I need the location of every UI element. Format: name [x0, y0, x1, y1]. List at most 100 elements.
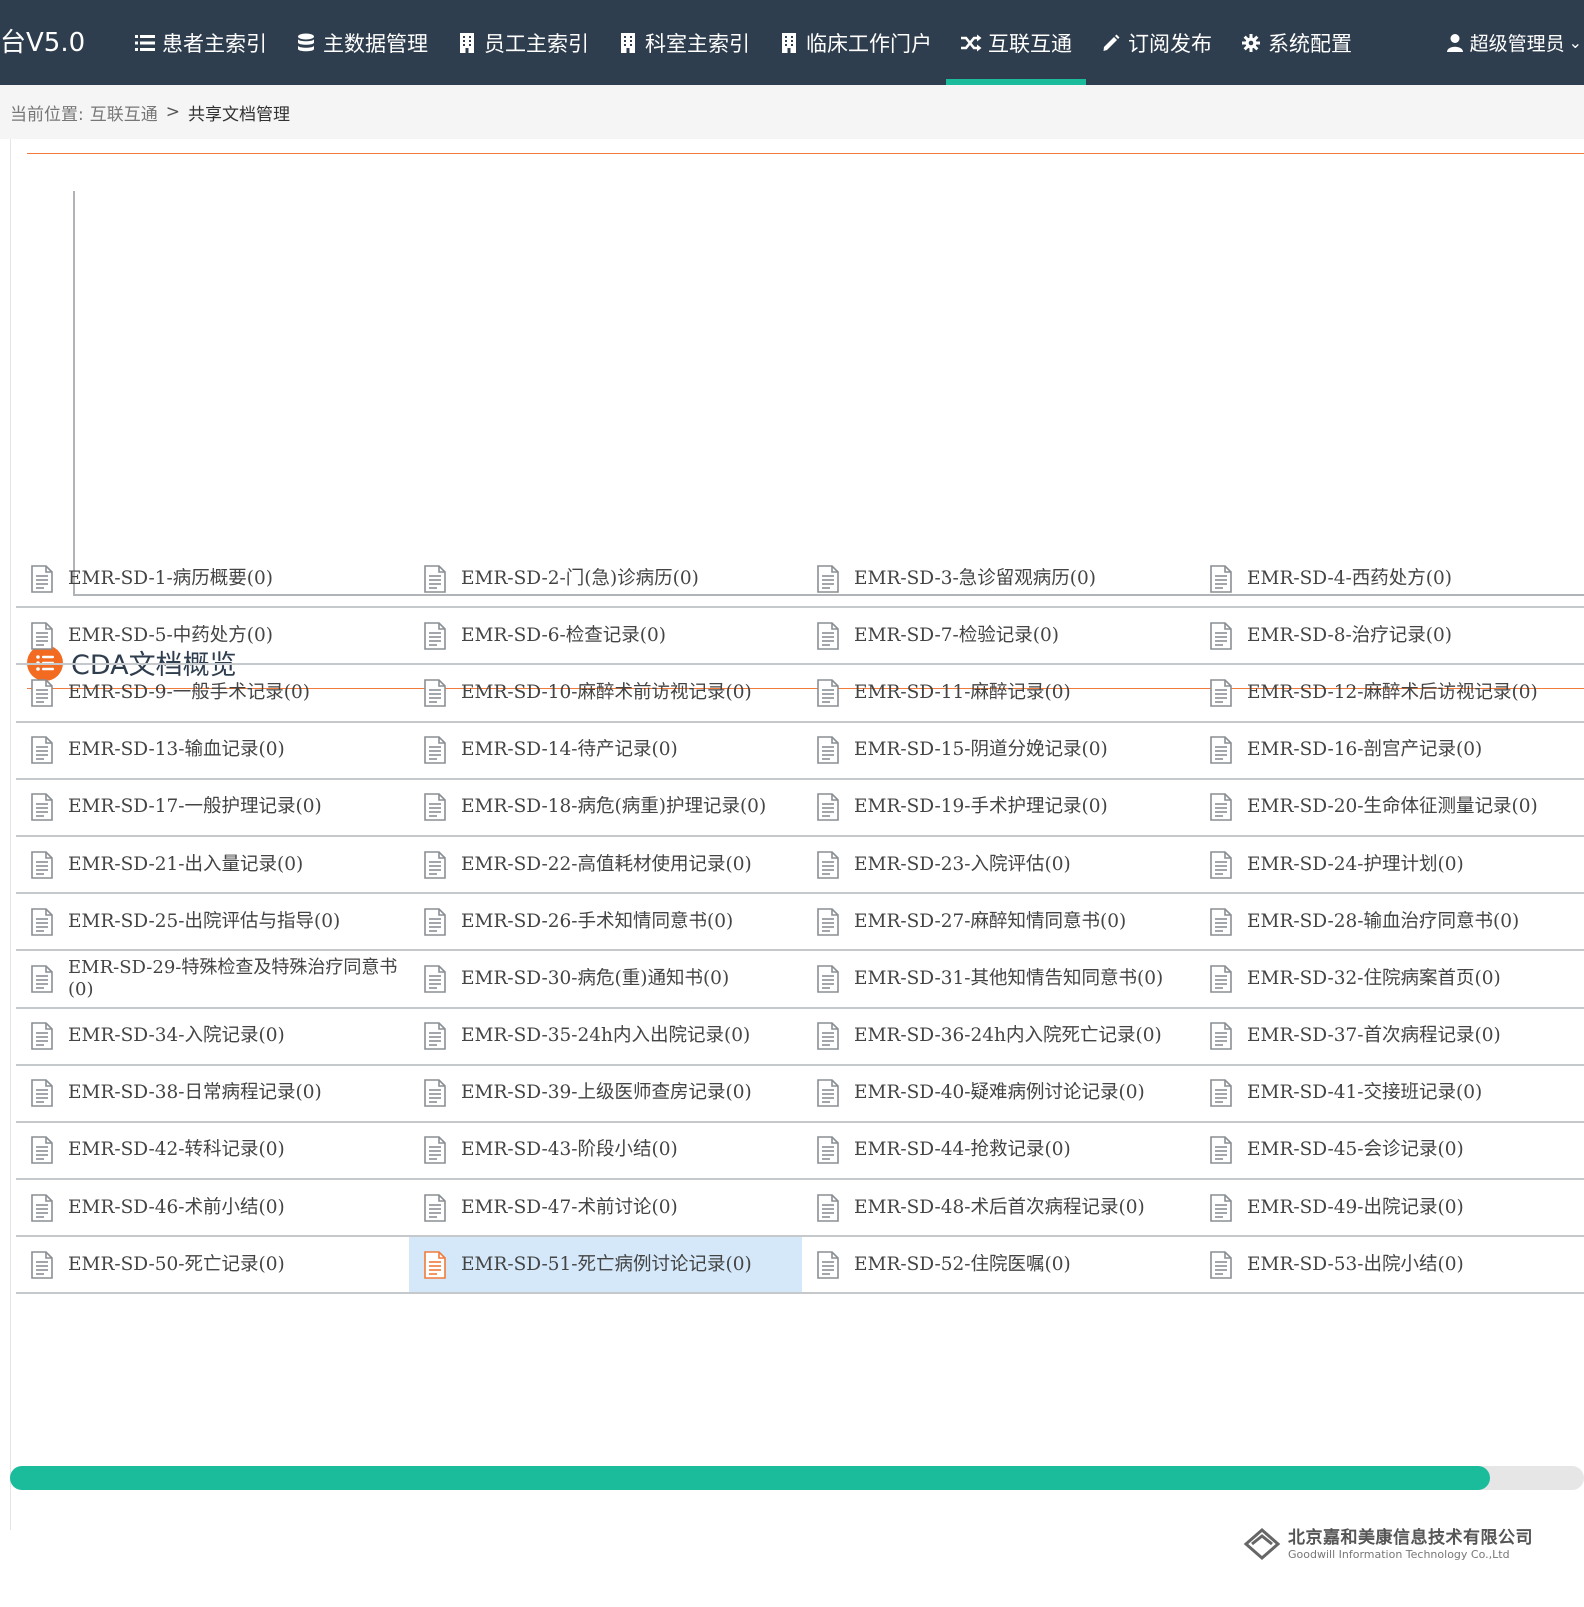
- nav-item-label: 员工主索引: [484, 31, 589, 56]
- user-menu[interactable]: 超级管理员 ⌄: [1446, 0, 1584, 85]
- document-item[interactable]: EMR-SD-43-阶段小结(0): [409, 1123, 802, 1181]
- document-item[interactable]: EMR-SD-18-病危(病重)护理记录(0): [409, 780, 802, 837]
- document-item[interactable]: EMR-SD-50-死亡记录(0): [16, 1237, 409, 1295]
- document-icon: [28, 735, 56, 765]
- document-item[interactable]: EMR-SD-28-输血治疗同意书(0): [1195, 894, 1584, 952]
- document-item[interactable]: EMR-SD-40-疑难病例讨论记录(0): [802, 1066, 1195, 1123]
- document-item[interactable]: EMR-SD-27-麻醉知情同意书(0): [802, 894, 1195, 952]
- document-icon: [814, 907, 842, 937]
- document-label: EMR-SD-7-检验记录(0): [854, 624, 1059, 646]
- document-item[interactable]: EMR-SD-42-转科记录(0): [16, 1123, 409, 1181]
- document-item[interactable]: EMR-SD-53-出院小结(0): [1195, 1237, 1584, 1295]
- document-icon: [28, 1078, 56, 1108]
- document-icon: [1207, 1135, 1235, 1165]
- document-label: EMR-SD-19-手术护理记录(0): [854, 796, 1108, 818]
- document-item[interactable]: EMR-SD-14-待产记录(0): [409, 723, 802, 780]
- nav-item-4[interactable]: 科室主索引: [603, 0, 764, 85]
- document-item[interactable]: EMR-SD-48-术后首次病程记录(0): [802, 1180, 1195, 1238]
- document-item[interactable]: EMR-SD-46-术前小结(0): [16, 1180, 409, 1238]
- document-item[interactable]: EMR-SD-1-病历概要(0): [16, 551, 409, 609]
- document-icon: [28, 964, 56, 994]
- document-item[interactable]: EMR-SD-26-手术知情同意书(0): [409, 894, 802, 952]
- document-item[interactable]: EMR-SD-44-抢救记录(0): [802, 1123, 1195, 1181]
- document-item[interactable]: EMR-SD-39-上级医师查房记录(0): [409, 1066, 802, 1123]
- document-item[interactable]: EMR-SD-24-护理计划(0): [1195, 837, 1584, 895]
- document-icon: [28, 1021, 56, 1051]
- document-item[interactable]: EMR-SD-49-出院记录(0): [1195, 1180, 1584, 1238]
- document-item[interactable]: EMR-SD-31-其他知情告知同意书(0): [802, 951, 1195, 1009]
- document-label: EMR-SD-50-死亡记录(0): [68, 1253, 285, 1275]
- document-item[interactable]: EMR-SD-38-日常病程记录(0): [16, 1066, 409, 1123]
- document-icon: [1207, 1250, 1235, 1280]
- horizontal-scrollbar[interactable]: [10, 1466, 1584, 1490]
- document-item[interactable]: EMR-SD-30-病危(重)通知书(0): [409, 951, 802, 1009]
- nav-item-1[interactable]: 患者主索引: [120, 0, 281, 85]
- document-item[interactable]: EMR-SD-29-特殊检查及特殊治疗同意书(0): [16, 951, 409, 1009]
- document-item[interactable]: EMR-SD-22-高值耗材使用记录(0): [409, 837, 802, 895]
- document-icon: [421, 907, 449, 937]
- document-label: EMR-SD-46-术前小结(0): [68, 1196, 285, 1218]
- document-label: EMR-SD-8-治疗记录(0): [1247, 624, 1452, 646]
- document-item[interactable]: EMR-SD-23-入院评估(0): [802, 837, 1195, 895]
- document-item[interactable]: EMR-SD-41-交接班记录(0): [1195, 1066, 1584, 1123]
- document-label: EMR-SD-10-麻醉术前访视记录(0): [461, 681, 752, 703]
- document-item[interactable]: EMR-SD-36-24h内入院死亡记录(0): [802, 1009, 1195, 1066]
- document-icon: [421, 735, 449, 765]
- document-item[interactable]: EMR-SD-15-阴道分娩记录(0): [802, 723, 1195, 780]
- document-item[interactable]: EMR-SD-6-检查记录(0): [409, 608, 802, 666]
- document-item[interactable]: EMR-SD-3-急诊留观病历(0): [802, 551, 1195, 609]
- document-label: EMR-SD-43-阶段小结(0): [461, 1139, 678, 1161]
- document-item[interactable]: EMR-SD-7-检验记录(0): [802, 608, 1195, 666]
- document-label: EMR-SD-24-护理计划(0): [1247, 853, 1464, 875]
- document-label: EMR-SD-22-高值耗材使用记录(0): [461, 853, 752, 875]
- document-label: EMR-SD-38-日常病程记录(0): [68, 1082, 322, 1104]
- document-label: EMR-SD-44-抢救记录(0): [854, 1139, 1071, 1161]
- document-item[interactable]: EMR-SD-4-西药处方(0): [1195, 551, 1584, 609]
- document-item[interactable]: EMR-SD-8-治疗记录(0): [1195, 608, 1584, 666]
- document-item[interactable]: EMR-SD-13-输血记录(0): [16, 723, 409, 780]
- scrollbar-thumb[interactable]: [10, 1466, 1490, 1490]
- document-label: EMR-SD-14-待产记录(0): [461, 739, 678, 761]
- document-item[interactable]: EMR-SD-11-麻醉记录(0): [802, 665, 1195, 723]
- gear-icon: [1240, 32, 1262, 54]
- nav-item-8[interactable]: 系统配置: [1226, 0, 1366, 85]
- document-item[interactable]: EMR-SD-45-会诊记录(0): [1195, 1123, 1584, 1181]
- document-item[interactable]: EMR-SD-5-中药处方(0): [16, 608, 409, 666]
- document-label: EMR-SD-53-出院小结(0): [1247, 1253, 1464, 1275]
- document-label: EMR-SD-2-门(急)诊病历(0): [461, 567, 699, 589]
- document-item[interactable]: EMR-SD-37-首次病程记录(0): [1195, 1009, 1584, 1066]
- document-item[interactable]: EMR-SD-52-住院医嘱(0): [802, 1237, 1195, 1295]
- document-label: EMR-SD-6-检查记录(0): [461, 624, 666, 646]
- document-label: EMR-SD-30-病危(重)通知书(0): [461, 967, 730, 989]
- document-item[interactable]: EMR-SD-32-住院病案首页(0): [1195, 951, 1584, 1009]
- document-item[interactable]: EMR-SD-17-一般护理记录(0): [16, 780, 409, 837]
- building-icon: [778, 32, 800, 54]
- nav-item-2[interactable]: 主数据管理: [281, 0, 442, 85]
- document-label: EMR-SD-9-一般手术记录(0): [68, 681, 310, 703]
- document-item[interactable]: EMR-SD-12-麻醉术后访视记录(0): [1195, 665, 1584, 723]
- document-item[interactable]: EMR-SD-19-手术护理记录(0): [802, 780, 1195, 837]
- document-item[interactable]: EMR-SD-21-出入量记录(0): [16, 837, 409, 895]
- document-icon: [1207, 564, 1235, 594]
- document-icon: [28, 1250, 56, 1280]
- document-item[interactable]: EMR-SD-10-麻醉术前访视记录(0): [409, 665, 802, 723]
- document-icon: [28, 1135, 56, 1165]
- nav-item-6[interactable]: 互联互通: [946, 0, 1086, 85]
- document-item[interactable]: EMR-SD-2-门(急)诊病历(0): [409, 551, 802, 609]
- document-icon: [814, 1021, 842, 1051]
- document-item[interactable]: EMR-SD-35-24h内入出院记录(0): [409, 1009, 802, 1066]
- document-icon: [814, 1250, 842, 1280]
- document-item[interactable]: EMR-SD-47-术前讨论(0): [409, 1180, 802, 1238]
- document-item[interactable]: EMR-SD-25-出院评估与指导(0): [16, 894, 409, 952]
- breadcrumb-parent-link[interactable]: 互联互通: [90, 100, 158, 125]
- document-item[interactable]: EMR-SD-34-入院记录(0): [16, 1009, 409, 1066]
- nav-item-3[interactable]: 员工主索引: [442, 0, 603, 85]
- document-item[interactable]: EMR-SD-20-生命体征测量记录(0): [1195, 780, 1584, 837]
- document-label: EMR-SD-40-疑难病例讨论记录(0): [854, 1082, 1145, 1104]
- nav-item-7[interactable]: 订阅发布: [1086, 0, 1226, 85]
- nav-item-5[interactable]: 临床工作门户: [764, 0, 946, 85]
- document-item[interactable]: EMR-SD-16-剖宫产记录(0): [1195, 723, 1584, 780]
- nav-item-label: 系统配置: [1268, 31, 1352, 56]
- document-item[interactable]: EMR-SD-9-一般手术记录(0): [16, 665, 409, 723]
- document-item[interactable]: EMR-SD-51-死亡病例讨论记录(0): [409, 1237, 802, 1295]
